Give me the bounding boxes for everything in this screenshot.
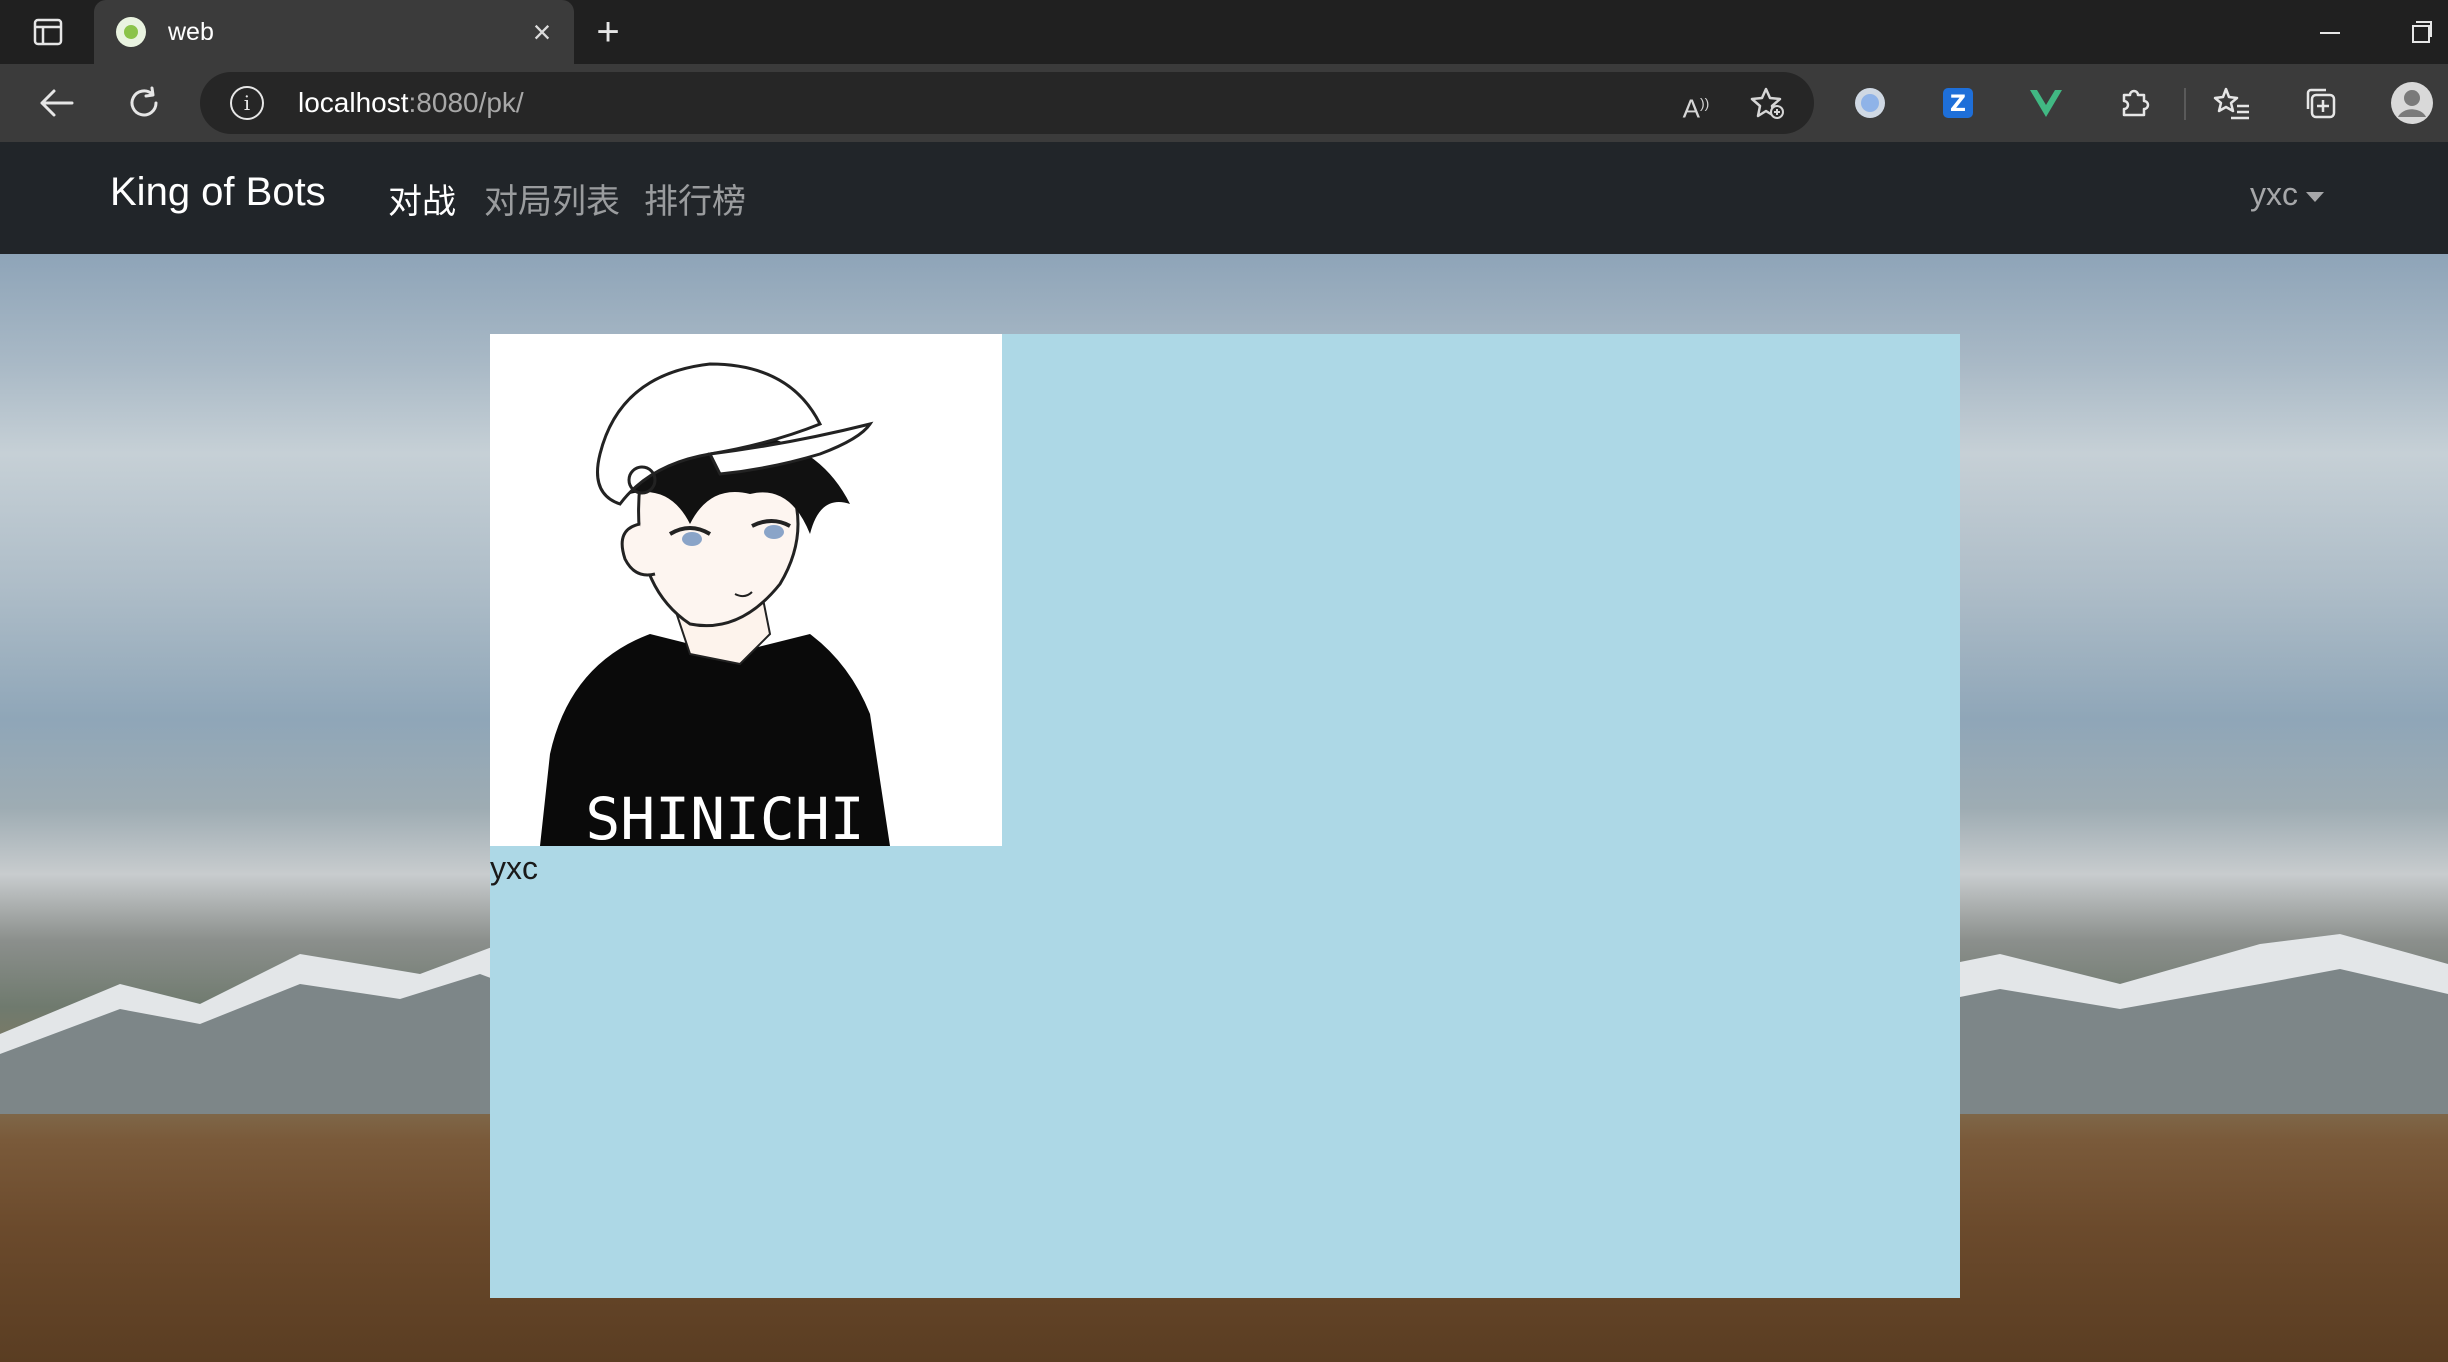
browser-tab-strip: web × + <box>0 0 2448 64</box>
extensions-puzzle-icon[interactable] <box>2112 81 2156 125</box>
minimize-window-icon[interactable] <box>2310 14 2350 50</box>
svg-text:Z: Z <box>1950 92 1966 117</box>
site-navbar: King of Bots 对战 对局列表 排行榜 yxc <box>0 142 2448 254</box>
browser-tab[interactable]: web × <box>94 0 574 64</box>
toolbar-divider <box>2184 88 2186 120</box>
read-aloud-icon[interactable]: A)) <box>1678 85 1714 124</box>
add-favorite-icon[interactable] <box>1750 85 1786 121</box>
nav-link-ranklist[interactable]: 排行榜 <box>644 174 746 223</box>
avatar-shirt-text: SHINICHI <box>585 785 864 846</box>
avatar-illustration: SHINICHI <box>490 334 1002 846</box>
user-dropdown[interactable]: yxc <box>2250 176 2324 213</box>
tab-title: web <box>168 18 214 46</box>
address-bar[interactable]: i localhost:8080/pk/ A)) <box>200 72 1814 134</box>
nav-link-pk[interactable]: 对战 <box>388 174 456 223</box>
profile-avatar-icon[interactable] <box>2390 81 2434 125</box>
player-avatar: SHINICHI <box>490 334 1002 846</box>
extension-circle-icon[interactable] <box>1848 81 1892 125</box>
url-host: localhost <box>298 87 409 118</box>
url-path: :8080/pk/ <box>408 87 524 118</box>
browser-toolbar: i localhost:8080/pk/ A)) Z <box>0 64 2448 142</box>
back-icon[interactable] <box>34 81 78 125</box>
restore-window-icon[interactable] <box>2400 14 2440 50</box>
chevron-down-icon <box>2306 191 2324 202</box>
player-username: yxc <box>490 850 538 886</box>
navbar-brand[interactable]: King of Bots <box>110 170 326 215</box>
extension-z-icon[interactable]: Z <box>1936 81 1980 125</box>
favorites-icon[interactable] <box>2210 81 2254 125</box>
collections-icon[interactable] <box>2298 81 2342 125</box>
reload-icon[interactable] <box>122 81 166 125</box>
url-text[interactable]: localhost:8080/pk/ <box>298 87 524 119</box>
new-tab-icon[interactable]: + <box>588 12 628 52</box>
vue-devtools-icon[interactable] <box>2024 81 2068 125</box>
favicon-icon <box>116 17 146 47</box>
site-info-icon[interactable]: i <box>230 86 264 120</box>
player-card: SHINICHI yxc <box>490 334 1960 1298</box>
user-dropdown-label: yxc <box>2250 176 2298 212</box>
nav-link-record-list[interactable]: 对局列表 <box>484 174 620 223</box>
close-tab-icon[interactable]: × <box>524 14 560 50</box>
tab-actions-icon[interactable] <box>22 12 74 52</box>
